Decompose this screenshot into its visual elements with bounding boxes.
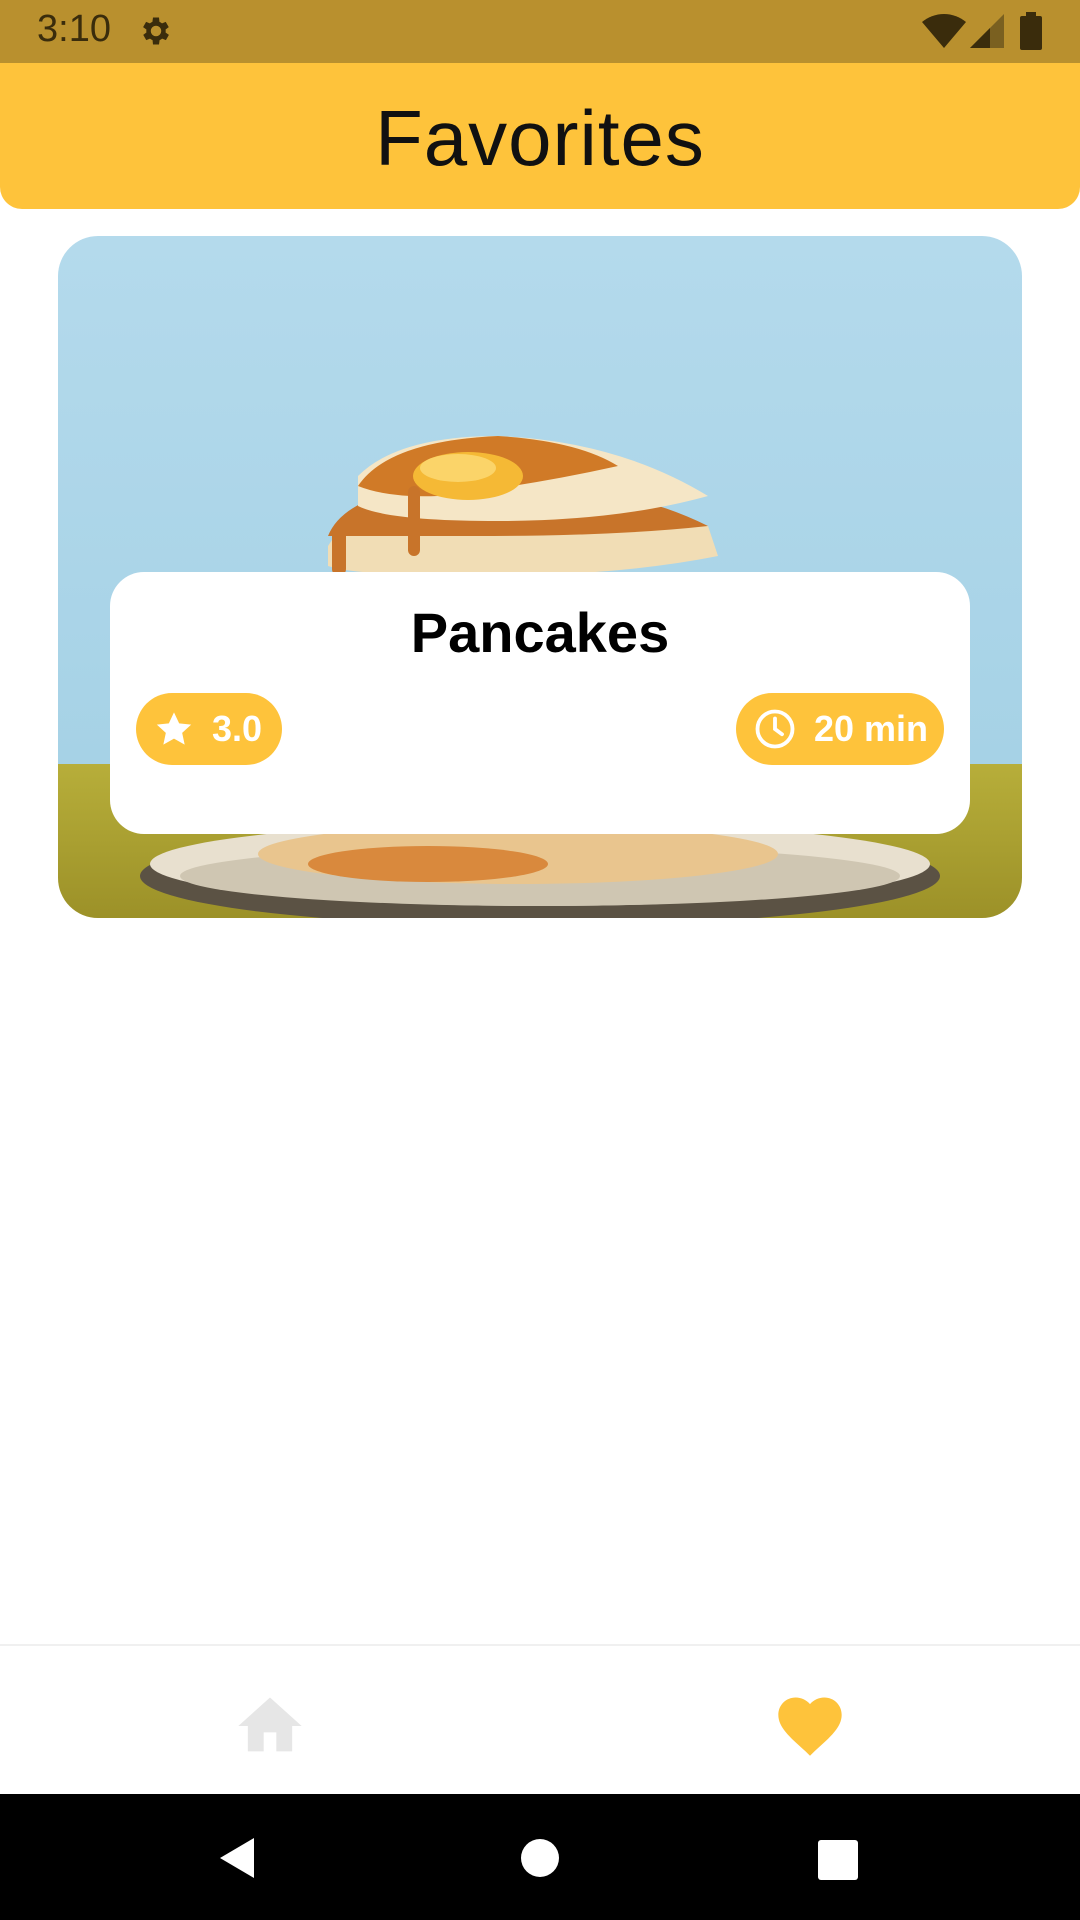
system-navigation-bar bbox=[0, 1794, 1080, 1920]
rating-value: 3.0 bbox=[212, 708, 263, 749]
recipe-info-panel[interactable]: Pancakes 3.0 20 min bbox=[110, 572, 970, 834]
rating-badge: 3.0 bbox=[136, 693, 282, 765]
clock-icon bbox=[755, 709, 795, 749]
wifi-icon bbox=[922, 14, 966, 48]
bottom-navigation bbox=[0, 1644, 1080, 1796]
app-header: Favorites bbox=[0, 63, 1080, 209]
star-icon bbox=[156, 712, 192, 745]
time-badge: 20 min bbox=[736, 693, 944, 765]
home-icon[interactable] bbox=[230, 1688, 310, 1764]
recents-icon[interactable] bbox=[818, 1840, 858, 1880]
recipe-title: Pancakes bbox=[410, 601, 670, 664]
heart-icon[interactable] bbox=[770, 1688, 850, 1764]
status-time: 3:10 bbox=[37, 8, 111, 50]
status-bar: 3:10 bbox=[0, 0, 1080, 63]
page-title: Favorites bbox=[375, 93, 705, 182]
back-icon[interactable] bbox=[214, 1834, 262, 1882]
home-circle-icon[interactable] bbox=[520, 1838, 560, 1878]
gear-icon bbox=[143, 17, 169, 45]
time-value: 20 min bbox=[814, 708, 929, 749]
battery-icon bbox=[1020, 12, 1042, 50]
signal-icon bbox=[970, 14, 1004, 48]
